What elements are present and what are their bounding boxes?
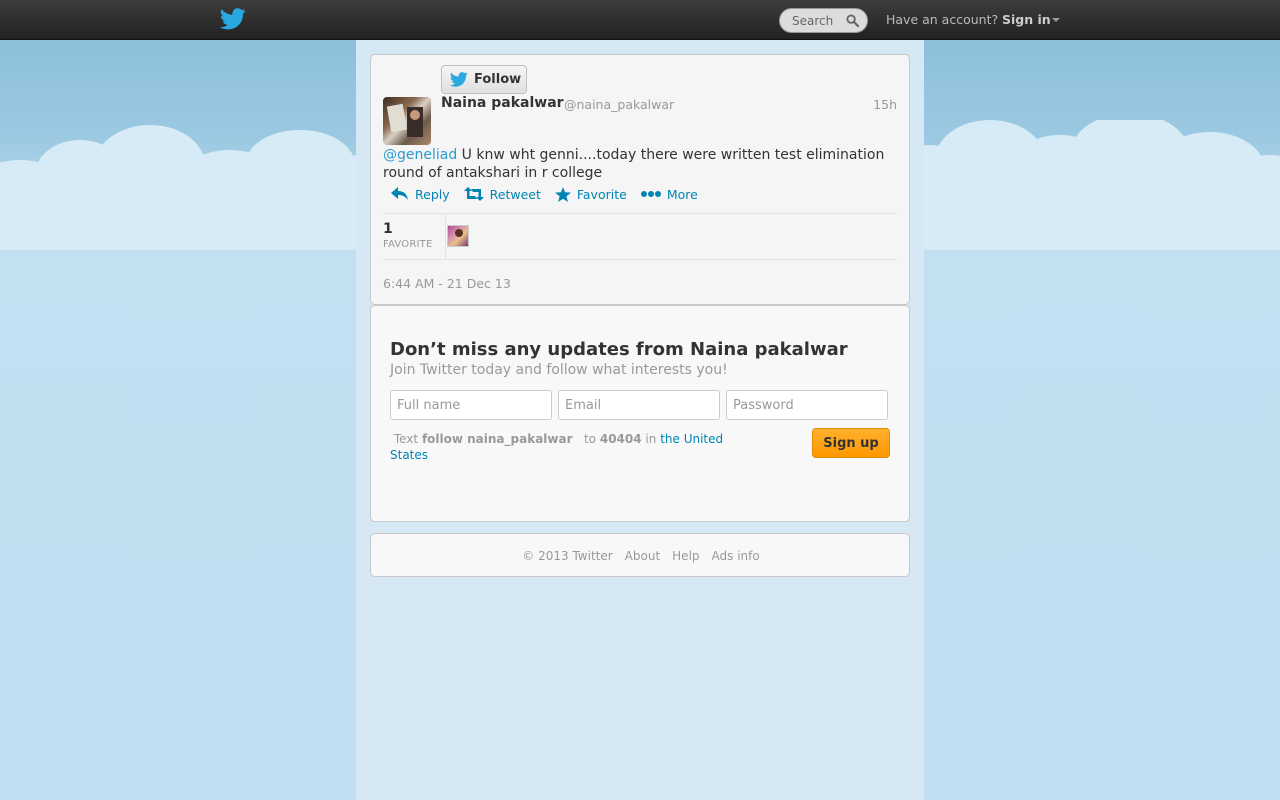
more-dots-icon (640, 191, 661, 197)
tweet-date[interactable]: 6:44 AM - 21 Dec 13 (383, 276, 511, 291)
reply-button[interactable]: Reply (391, 185, 450, 203)
sign-in-link[interactable]: Sign in (1002, 12, 1051, 27)
email-field[interactable] (558, 390, 720, 420)
search-icon[interactable] (846, 14, 859, 27)
tweet-actions: Reply Retweet Favorite More (391, 185, 712, 203)
ads-info-link[interactable]: Ads info (712, 549, 760, 563)
chevron-down-icon[interactable] (1052, 18, 1060, 22)
about-link[interactable]: About (625, 549, 660, 563)
favorites-label: FAVORITE (383, 239, 433, 250)
favorite-label: Favorite (576, 186, 627, 202)
reply-label: Reply (415, 186, 450, 202)
retweet-button[interactable]: Retweet (463, 185, 541, 203)
star-icon (554, 186, 571, 202)
have-account-text: Have an account? (886, 12, 999, 27)
follow-label: Follow (474, 72, 522, 87)
divider (445, 213, 446, 259)
password-field[interactable] (726, 390, 888, 420)
top-bar: Have an account? Sign in (0, 0, 1280, 40)
user-name[interactable]: Naina pakalwar (441, 95, 564, 111)
search-box (779, 8, 868, 33)
tweet-card: Follow Naina pakalwar @naina_pakalwar 15… (370, 54, 910, 305)
tweet-body: U knw wht genni....today there were writ… (383, 147, 885, 181)
reply-icon (391, 187, 408, 200)
user-handle[interactable]: @naina_pakalwar (564, 97, 674, 112)
help-link[interactable]: Help (672, 549, 699, 563)
favorite-button[interactable]: Favorite (554, 185, 627, 203)
divider (383, 213, 897, 214)
tweet-text: @geneliad U knw wht genni....today there… (383, 146, 893, 182)
twitter-bird-logo-icon[interactable] (220, 8, 246, 30)
copyright: © 2013 Twitter (522, 549, 613, 563)
sms-follow-text: Text follow naina_pakalwar to 40404 in t… (390, 432, 724, 462)
twitter-bird-icon (450, 72, 468, 87)
more-button[interactable]: More (640, 185, 698, 203)
retweet-label: Retweet (489, 186, 541, 202)
more-label: More (666, 186, 698, 202)
signup-title: Don’t miss any updates from Naina pakalw… (390, 339, 848, 360)
follow-button[interactable]: Follow (441, 65, 527, 94)
divider (383, 259, 897, 260)
search-input[interactable] (792, 13, 854, 28)
sign-up-button[interactable]: Sign up (812, 428, 890, 458)
signup-subtitle: Join Twitter today and follow what inter… (390, 362, 728, 378)
mention-link[interactable]: @geneliad (383, 147, 457, 163)
signup-card: Don’t miss any updates from Naina pakalw… (370, 305, 910, 522)
avatar[interactable] (383, 97, 431, 145)
tweet-timestamp[interactable]: 15h (873, 97, 897, 112)
favoriter-avatar[interactable] (447, 225, 469, 247)
footer-links: © 2013 Twitter About Help Ads info (371, 549, 911, 563)
full-name-field[interactable] (390, 390, 552, 420)
retweet-icon (463, 187, 484, 201)
footer: © 2013 Twitter About Help Ads info (370, 533, 910, 577)
favorites-count[interactable]: 1 (383, 221, 393, 237)
